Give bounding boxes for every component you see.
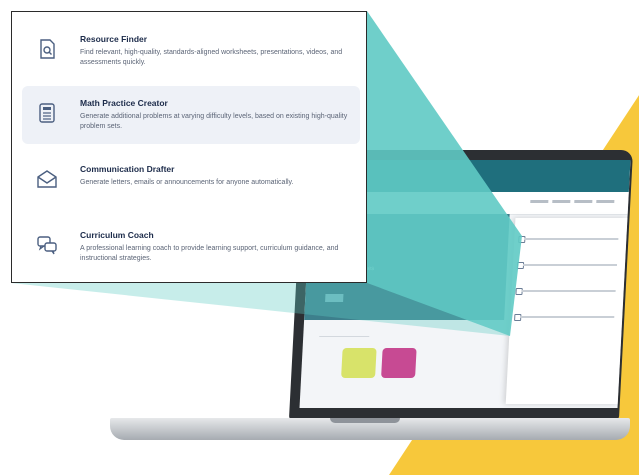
tool-title: Communication Drafter: [80, 164, 175, 174]
tool-curriculum-coach[interactable]: Curriculum Coach A professional learning…: [22, 218, 360, 276]
document-search-icon: [40, 39, 55, 59]
tool-description: Generate letters, emails or announcement…: [80, 179, 294, 186]
assistant-tools-panel: Resource Finder Find relevant, high-qual…: [11, 11, 367, 283]
calculator-icon: [39, 103, 55, 123]
tool-description: A professional learning coach to provide…: [80, 245, 339, 262]
screen-tabs[interactable]: [319, 326, 370, 337]
tool-resource-finder[interactable]: Resource Finder Find relevant, high-qual…: [22, 22, 360, 80]
nav-link[interactable]: [596, 200, 615, 203]
hero-button[interactable]: [325, 294, 344, 302]
laptop-notch: [330, 418, 400, 423]
panel-item-row[interactable]: [522, 264, 618, 266]
envelope-icon: [37, 170, 57, 188]
tool-title: Curriculum Coach: [80, 230, 154, 240]
chat-bubbles-icon: [37, 236, 57, 255]
panel-item-row[interactable]: [520, 316, 615, 318]
nav-link[interactable]: [530, 200, 549, 203]
panel-item-row[interactable]: [524, 238, 619, 240]
screen-assistant-panel: [505, 218, 628, 404]
tool-description: Generate additional problems at varying …: [80, 113, 348, 130]
nav-link[interactable]: [574, 200, 593, 203]
tool-math-practice-creator[interactable]: Math Practice Creator Generate additiona…: [22, 86, 360, 144]
tool-description: Find relevant, high-quality, standards-a…: [80, 49, 343, 66]
nav-link[interactable]: [552, 200, 571, 203]
card-thumbnail[interactable]: [381, 348, 417, 378]
panel-item-row[interactable]: [521, 290, 616, 292]
tool-title: Math Practice Creator: [80, 98, 168, 108]
tool-title: Resource Finder: [80, 34, 148, 44]
tool-communication-drafter[interactable]: Communication Drafter Generate letters, …: [22, 152, 360, 210]
card-thumbnail[interactable]: [341, 348, 377, 378]
